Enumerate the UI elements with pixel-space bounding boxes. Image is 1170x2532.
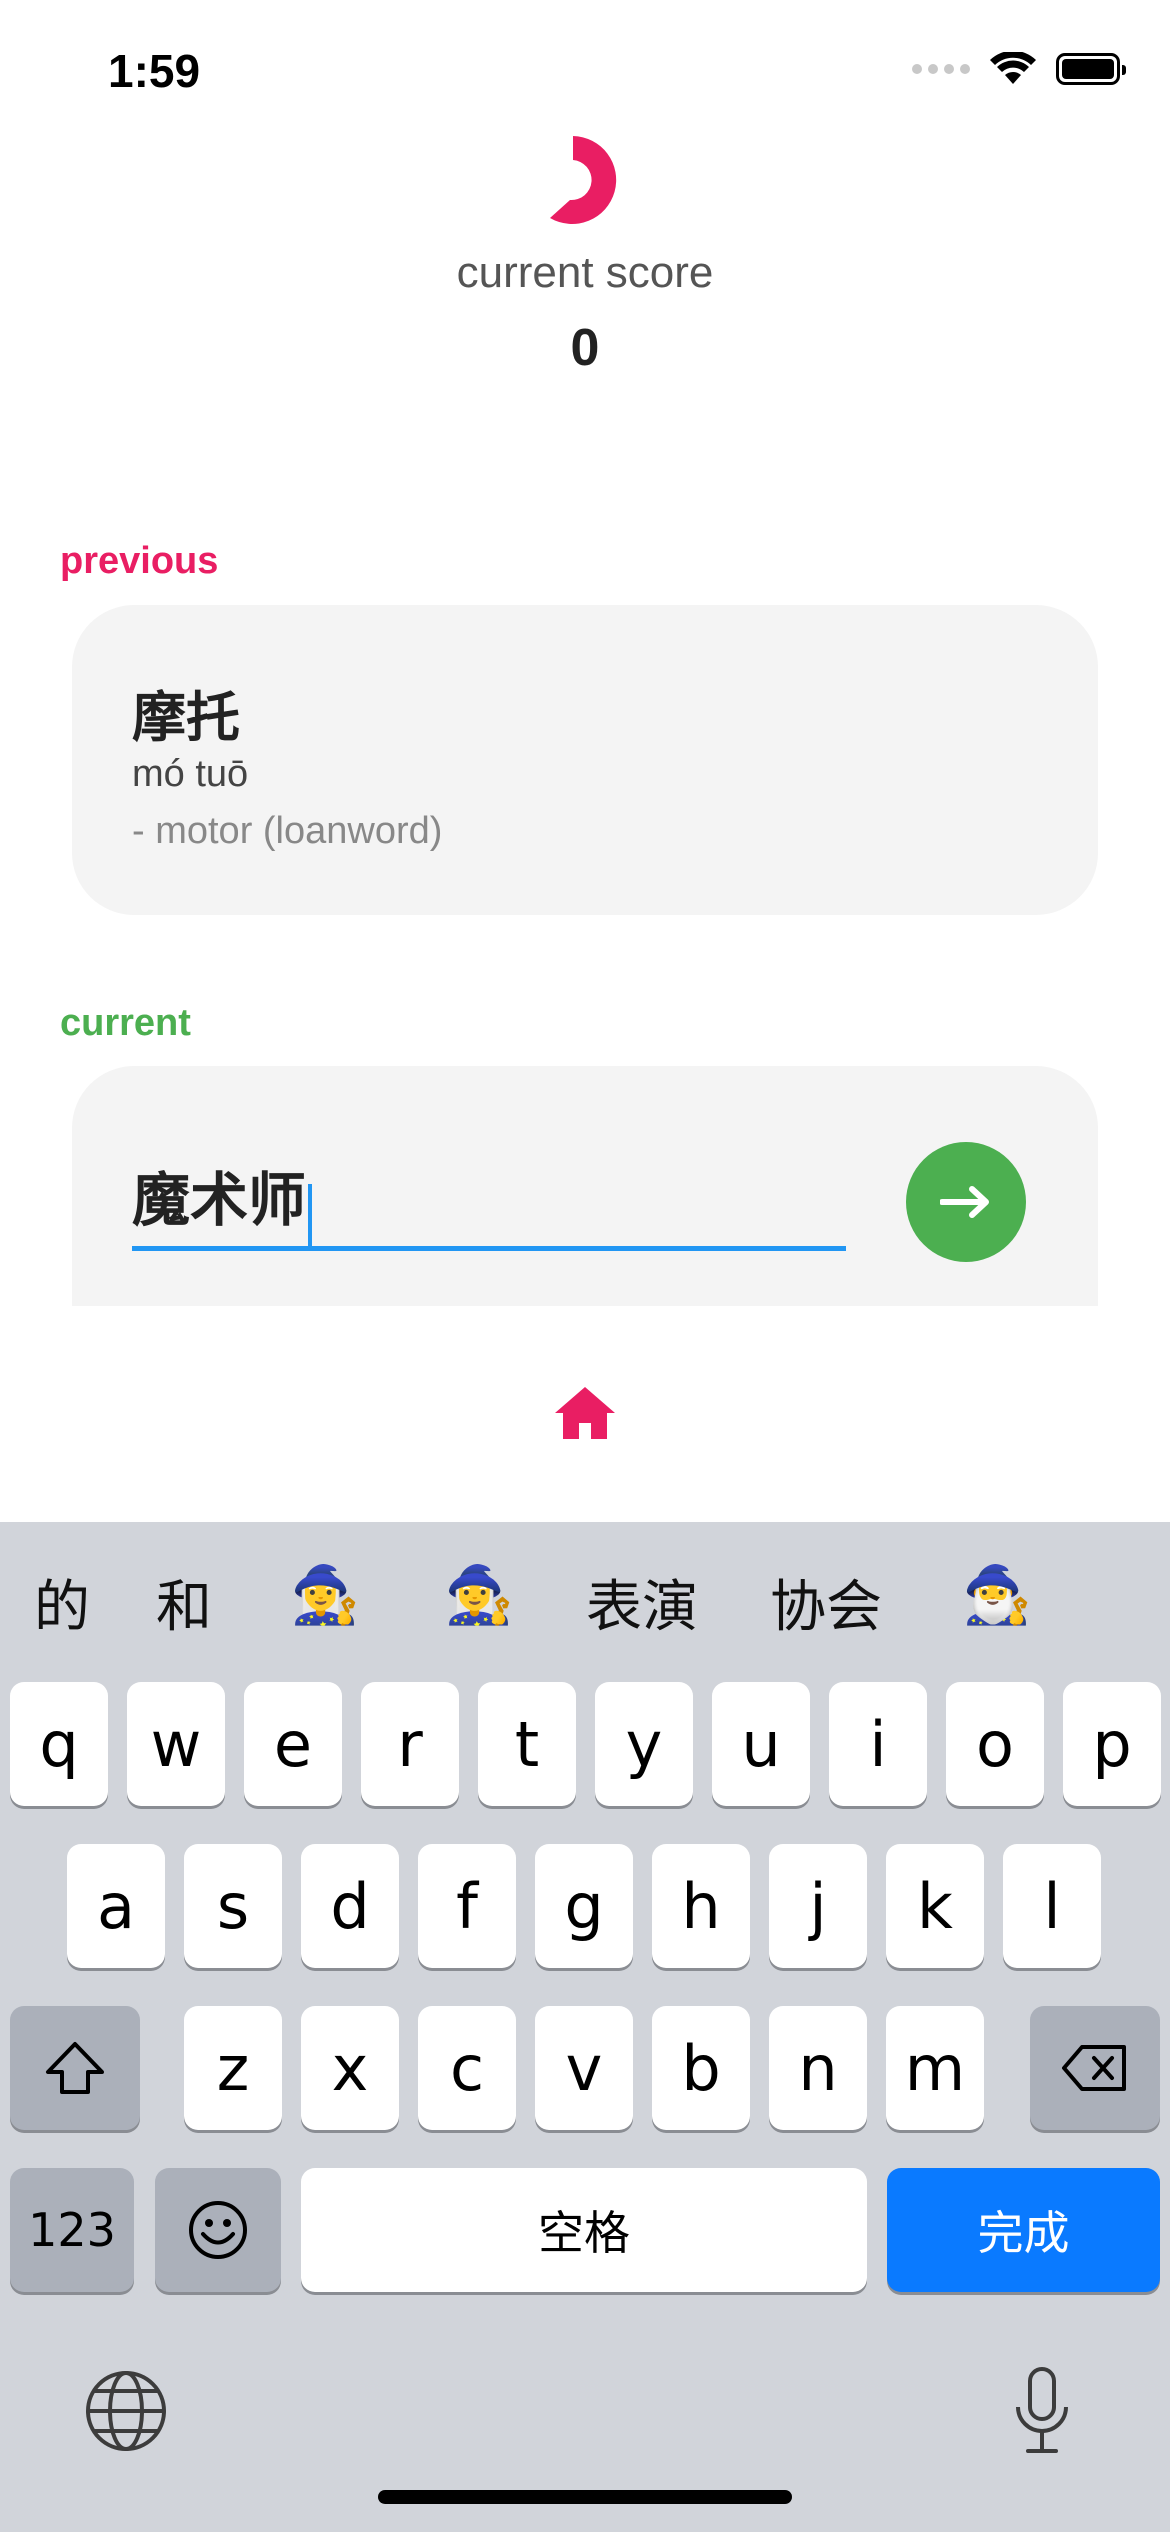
status-icons <box>912 52 1126 86</box>
backspace-icon <box>1062 2045 1126 2091</box>
previous-card: 摩托 mó tuō - motor (loanword) <box>72 605 1098 915</box>
key-h[interactable]: h <box>652 1844 750 1968</box>
key-m[interactable]: m <box>886 2006 984 2130</box>
key-q[interactable]: q <box>10 1682 108 1806</box>
key-u[interactable]: u <box>712 1682 810 1806</box>
battery-icon <box>1056 53 1126 85</box>
key-b[interactable]: b <box>652 2006 750 2130</box>
previous-hanzi: 摩托 <box>132 688 240 748</box>
key-p[interactable]: p <box>1063 1682 1161 1806</box>
key-t[interactable]: t <box>478 1682 576 1806</box>
submit-button[interactable] <box>906 1142 1026 1262</box>
keyboard: 的 和 🧙‍♀️ 🧙‍♀️ 表演 协会 🧙‍♂️ q w e r t y u i… <box>0 1522 1170 2532</box>
candidate-item[interactable]: 🧙‍♀️ <box>444 1562 514 1628</box>
key-r[interactable]: r <box>361 1682 459 1806</box>
score-label: current score <box>456 248 714 297</box>
shift-icon <box>46 2042 104 2094</box>
key-s[interactable]: s <box>184 1844 282 1968</box>
previous-label: previous <box>60 540 219 582</box>
candidate-bar: 的 和 🧙‍♀️ 🧙‍♀️ 表演 协会 🧙‍♂️ <box>0 1522 1170 1682</box>
current-card: 魔术师 <box>72 1066 1098 1306</box>
backspace-key[interactable] <box>1030 2006 1160 2130</box>
key-o[interactable]: o <box>946 1682 1044 1806</box>
key-a[interactable]: a <box>67 1844 165 1968</box>
key-k[interactable]: k <box>886 1844 984 1968</box>
current-label: current <box>60 1002 191 1044</box>
status-time: 1:59 <box>108 45 201 97</box>
key-d[interactable]: d <box>301 1844 399 1968</box>
previous-pinyin: mó tuō <box>132 753 249 795</box>
emoji-icon <box>189 2201 247 2259</box>
answer-input[interactable]: 魔术师 <box>132 1166 846 1251</box>
key-g[interactable]: g <box>535 1844 633 1968</box>
key-w[interactable]: w <box>127 1682 225 1806</box>
done-key[interactable]: 完成 <box>887 2168 1160 2292</box>
key-x[interactable]: x <box>301 2006 399 2130</box>
previous-meaning: - motor (loanword) <box>132 810 443 852</box>
candidate-item[interactable]: 协会 <box>770 1562 882 1643</box>
score-value: 0 <box>570 319 600 377</box>
key-f[interactable]: f <box>418 1844 516 1968</box>
shift-key[interactable] <box>10 2006 140 2130</box>
candidate-item[interactable]: 和 <box>156 1562 212 1643</box>
numbers-key[interactable]: 123 <box>10 2168 134 2292</box>
key-l[interactable]: l <box>1003 1844 1101 1968</box>
space-key[interactable]: 空格 <box>301 2168 867 2292</box>
key-j[interactable]: j <box>769 1844 867 1968</box>
candidate-item[interactable]: 表演 <box>586 1562 698 1643</box>
arrow-right-icon <box>940 1186 989 1218</box>
score-logo-icon <box>550 136 617 224</box>
home-indicator <box>378 2490 792 2504</box>
cellular-signal-icon <box>912 64 970 74</box>
key-c[interactable]: c <box>418 2006 516 2130</box>
home-icon[interactable] <box>553 1385 617 1441</box>
key-z[interactable]: z <box>184 2006 282 2130</box>
key-n[interactable]: n <box>769 2006 867 2130</box>
text-caret <box>308 1183 313 1248</box>
emoji-key[interactable] <box>155 2168 281 2292</box>
candidate-item[interactable]: 🧙‍♀️ <box>290 1562 360 1628</box>
key-y[interactable]: y <box>595 1682 693 1806</box>
key-i[interactable]: i <box>829 1682 927 1806</box>
microphone-icon[interactable] <box>1010 2365 1074 2457</box>
key-e[interactable]: e <box>244 1682 342 1806</box>
globe-icon[interactable] <box>84 2369 168 2453</box>
candidate-item[interactable]: 🧙‍♂️ <box>962 1562 1032 1628</box>
candidate-item[interactable]: 的 <box>34 1562 90 1643</box>
wifi-icon <box>990 52 1036 84</box>
key-v[interactable]: v <box>535 2006 633 2130</box>
answer-input-value: 魔术师 <box>132 1168 307 1233</box>
